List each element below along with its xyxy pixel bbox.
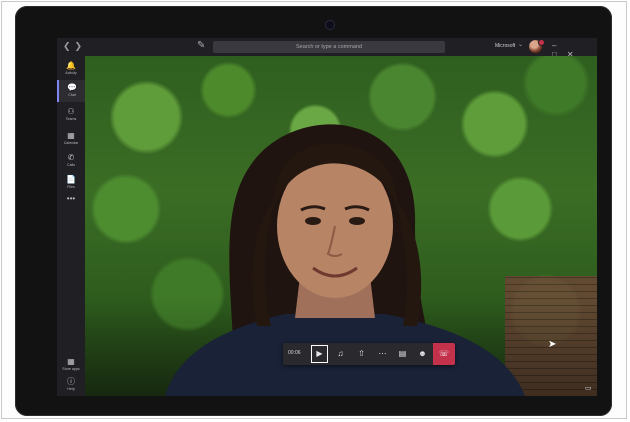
nav-arrows: ❮❯: [63, 41, 86, 52]
status-badge: [538, 39, 545, 46]
teams-icon: ⚇: [67, 107, 75, 116]
rail-item-label: Teams: [65, 117, 77, 121]
rail-item-label: Store apps: [62, 367, 80, 371]
title-bar: ❮❯ ✎ Search or type a command Microsoft …: [57, 38, 597, 59]
pip-icon[interactable]: ▭: [585, 384, 592, 392]
rail-item-store-apps[interactable]: ▦ Store apps: [57, 354, 85, 376]
minimize-icon[interactable]: –: [552, 41, 566, 50]
tablet-device: ❮❯ ✎ Search or type a command Microsoft …: [15, 6, 612, 416]
rail-item-label: Chat: [68, 93, 76, 97]
chat-icon: ▤: [398, 349, 407, 358]
share-icon: ⇧: [358, 349, 365, 358]
more-icon: ⋯: [378, 349, 387, 358]
hang-up-icon: ☏: [438, 349, 449, 358]
rail-item-label: Calls: [67, 163, 75, 167]
back-icon[interactable]: ❮: [63, 41, 75, 51]
rail-item-activity[interactable]: 🔔 Activity: [57, 58, 85, 80]
rail-item-label: Calendar: [63, 141, 79, 145]
more-apps-button[interactable]: •••: [57, 194, 85, 203]
teams-window: ❮❯ ✎ Search or type a command Microsoft …: [57, 38, 597, 396]
mouse-cursor-icon: ➤: [548, 339, 557, 350]
compose-icon[interactable]: ✎: [197, 40, 205, 51]
rail-item-chat[interactable]: 💬 Chat: [57, 80, 85, 102]
rail-item-label: Files: [67, 185, 75, 189]
rail-item-label: Help: [67, 387, 75, 391]
webcam-lens: [325, 20, 335, 30]
rail-item-calendar[interactable]: ▦ Calendar: [57, 128, 85, 150]
bell-icon: 🔔: [66, 61, 76, 70]
help-icon: ⓘ: [67, 377, 75, 386]
apps-icon: ▦: [67, 357, 75, 366]
hang-up-button[interactable]: ☏: [433, 343, 455, 365]
search-input[interactable]: Search or type a command: [213, 41, 445, 53]
participants-button[interactable]: ☻: [414, 345, 431, 363]
phone-icon: ✆: [67, 153, 75, 162]
more-actions-button[interactable]: ⋯: [374, 345, 391, 363]
rail-item-files[interactable]: 📄 Files: [57, 172, 85, 194]
participants-icon: ☻: [418, 349, 427, 358]
rail-item-label: Activity: [65, 71, 77, 75]
video-feed: ➤ ▭ 00:06 ▶ ♫ ⇧ ⋯ ▤ ☻ ☏: [85, 56, 597, 396]
app-rail: 🔔 Activity 💬 Chat ⚇ Teams ▦ Calendar ✆ C…: [57, 56, 85, 396]
rail-item-teams[interactable]: ⚇ Teams: [57, 104, 85, 126]
call-timer: 00:06: [288, 350, 301, 356]
forward-icon[interactable]: ❯: [75, 41, 87, 51]
chat-icon: 💬: [67, 83, 77, 92]
file-icon: 📄: [66, 175, 76, 184]
camera-icon: ▶: [316, 349, 323, 358]
share-screen-button[interactable]: ⇧: [353, 345, 370, 363]
camera-toggle-button[interactable]: ▶: [311, 345, 328, 363]
chat-button[interactable]: ▤: [394, 345, 411, 363]
chevron-down-icon[interactable]: ⌄: [518, 41, 523, 48]
rail-item-calls[interactable]: ✆ Calls: [57, 150, 85, 172]
call-controls-bar: 00:06 ▶ ♫ ⇧ ⋯ ▤ ☻ ☏: [283, 343, 455, 365]
microphone-toggle-button[interactable]: ♫: [332, 345, 349, 363]
microphone-icon: ♫: [337, 349, 344, 358]
calendar-icon: ▦: [67, 131, 75, 140]
org-switcher[interactable]: Microsoft: [495, 43, 515, 49]
rail-item-help[interactable]: ⓘ Help: [57, 374, 85, 396]
